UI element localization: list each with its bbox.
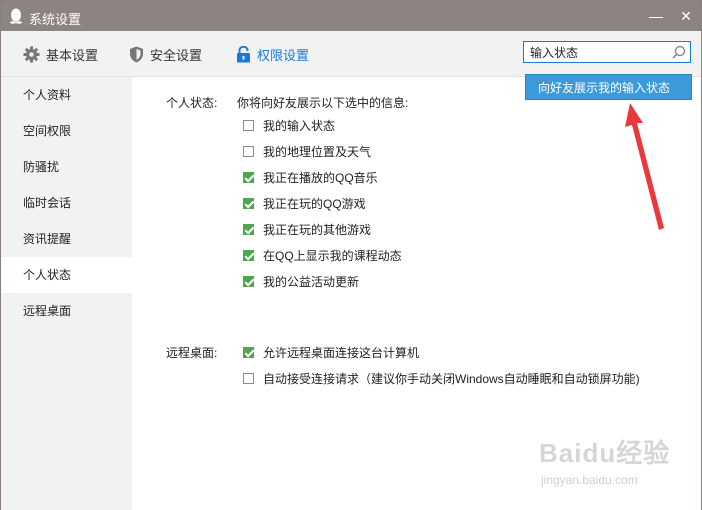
search-box[interactable] [523, 41, 691, 63]
search-input[interactable] [530, 44, 660, 60]
checkbox-location-weather[interactable]: 我的地理位置及天气 [243, 143, 371, 160]
checkbox-box[interactable] [243, 347, 254, 358]
checkbox-input-status[interactable]: 我的输入状态 [243, 117, 335, 134]
checkbox-auto-accept[interactable]: 自动接受连接请求（建议你手动关闭Windows自动睡眠和自动锁屏功能) [243, 370, 640, 387]
checkbox-label: 我的公益活动更新 [263, 275, 360, 289]
tab-security-settings[interactable]: 安全设置 [129, 44, 202, 64]
lock-icon [237, 45, 250, 62]
window-title: 系统设置 [29, 12, 82, 27]
tab-permission-settings[interactable]: 权限设置 [236, 44, 309, 64]
checkbox-box[interactable] [243, 146, 254, 157]
watermark-url: jingyan.baidu.com [541, 473, 638, 487]
sidebar-item-remote-desktop[interactable]: 远程桌面 [1, 293, 132, 329]
checkbox-box[interactable] [243, 120, 254, 131]
settings-tabs: 基本设置 安全设置 权限设置 [1, 31, 701, 77]
sidebar-item-temp-chat[interactable]: 临时会话 [1, 185, 132, 221]
checkbox-label: 我的输入状态 [263, 119, 336, 133]
checkbox-label: 在QQ上显示我的课程动态 [263, 249, 402, 263]
checkbox-label: 我正在播放的QQ音乐 [263, 171, 378, 185]
settings-window: 系统设置 — ✕ 基本设置 安全设置 权限设置 输入状态 个人资料 空间权限 防… [0, 0, 702, 510]
close-button[interactable]: ✕ [677, 7, 695, 25]
checkbox-label: 我的地理位置及天气 [263, 145, 372, 159]
checkbox-other-games[interactable]: 我正在玩的其他游戏 [243, 221, 371, 238]
checkbox-box[interactable] [243, 250, 254, 261]
gear-icon [23, 46, 40, 62]
sidebar-item-personal-status[interactable]: 个人状态 [1, 257, 132, 293]
checkbox-qq-games[interactable]: 我正在玩的QQ游戏 [243, 195, 366, 212]
sidebar-item-news-alerts[interactable]: 资讯提醒 [1, 221, 132, 257]
tab-label: 权限设置 [257, 47, 310, 63]
watermark: Baidu经验 jingyan.baidu.com [539, 433, 689, 493]
tab-basic-settings[interactable]: 基本设置 [23, 44, 98, 64]
title-bar[interactable]: 系统设置 — ✕ [1, 1, 701, 31]
annotation-arrow [625, 103, 664, 230]
tab-label: 安全设置 [150, 47, 203, 63]
sidebar-item-profile[interactable]: 个人资料 [1, 77, 132, 113]
checkbox-box[interactable] [243, 198, 254, 209]
checkbox-label: 我正在玩的其他游戏 [263, 223, 372, 237]
minimize-button[interactable]: — [647, 7, 665, 25]
penguin-icon [10, 8, 22, 24]
search-icon[interactable] [672, 45, 686, 59]
checkbox-course-updates[interactable]: 在QQ上显示我的课程动态 [243, 247, 402, 264]
checkbox-box[interactable] [243, 172, 254, 183]
checkbox-charity-updates[interactable]: 我的公益活动更新 [243, 273, 359, 290]
checkbox-box[interactable] [243, 373, 254, 384]
remote-desktop-label: 远程桌面: [166, 346, 218, 360]
sidebar-item-anti-harassment[interactable]: 防骚扰 [1, 149, 132, 185]
tab-label: 基本设置 [46, 47, 99, 63]
personal-status-description: 你将向好友展示以下选中的信息: [237, 96, 409, 110]
watermark-logo: Baidu经验 [539, 438, 671, 468]
checkbox-allow-remote[interactable]: 允许远程桌面连接这台计算机 [243, 344, 419, 361]
checkbox-qq-music[interactable]: 我正在播放的QQ音乐 [243, 169, 378, 186]
checkbox-box[interactable] [243, 224, 254, 235]
checkbox-label: 自动接受连接请求（建议你手动关闭Windows自动睡眠和自动锁屏功能) [263, 372, 640, 386]
personal-status-label: 个人状态: [166, 96, 218, 110]
checkbox-label: 我正在玩的QQ游戏 [263, 197, 366, 211]
sidebar: 个人资料 空间权限 防骚扰 临时会话 资讯提醒 个人状态 远程桌面 [1, 77, 132, 510]
sidebar-item-space-permissions[interactable]: 空间权限 [1, 113, 132, 149]
checkbox-box[interactable] [243, 276, 254, 287]
checkbox-label: 允许远程桌面连接这台计算机 [263, 346, 420, 360]
shield-icon [130, 46, 143, 62]
